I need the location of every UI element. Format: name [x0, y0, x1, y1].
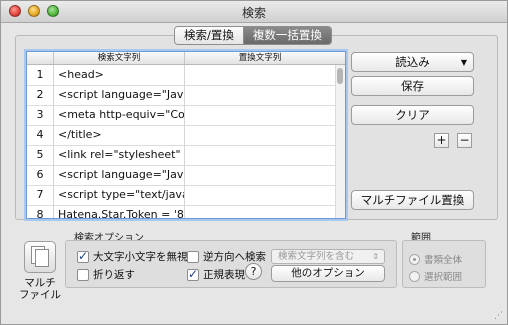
- replace-string-cell[interactable]: [185, 165, 335, 185]
- resize-grip-icon[interactable]: ⋰: [494, 311, 503, 321]
- table-row[interactable]: 8Hatena.Star.Token = '8df34: [27, 205, 336, 218]
- selection-label: 選択範囲: [424, 272, 463, 283]
- clear-button[interactable]: クリア: [351, 105, 474, 125]
- replace-string-cell[interactable]: [185, 105, 335, 125]
- ignore-case-checkbox[interactable]: 大文字小文字を無視: [77, 249, 188, 264]
- row-number: 1: [27, 65, 54, 85]
- search-string-cell[interactable]: </title>: [54, 125, 185, 145]
- mode-tabs: 検索/置換 複数一括置換: [174, 26, 332, 45]
- row-number: 7: [27, 185, 54, 205]
- title-bar: 検索: [1, 1, 507, 23]
- search-string-cell[interactable]: <meta http-equiv="Conter: [54, 105, 185, 125]
- replace-table[interactable]: 検索文字列 置換文字列 1 <head> 2 <script language="Ja…: [26, 51, 346, 219]
- row-number: 5: [27, 145, 54, 165]
- other-options-button[interactable]: 他のオプション: [271, 265, 385, 282]
- wrap-label: 折り返す: [93, 269, 135, 281]
- row-number: 6: [27, 165, 54, 185]
- help-button[interactable]: ?: [245, 263, 262, 280]
- table-row[interactable]: 4 </title>: [27, 125, 336, 146]
- search-string-cell[interactable]: <script language="JavaScri: [54, 85, 185, 105]
- table-header: 検索文字列 置換文字列: [27, 52, 345, 65]
- save-button[interactable]: 保存: [351, 76, 474, 96]
- tab-search-replace[interactable]: 検索/置換: [175, 27, 243, 44]
- row-number: 8: [27, 205, 54, 218]
- replace-string-cell[interactable]: [185, 65, 335, 85]
- checkbox-box: [77, 249, 89, 263]
- table-row[interactable]: 3<meta http-equiv="Conter: [27, 105, 336, 126]
- radio-dot: [409, 253, 420, 265]
- row-number: 2: [27, 85, 54, 105]
- chevron-down-icon: ▼: [460, 58, 467, 67]
- multi-file-label-line2: ファイル: [19, 289, 61, 301]
- tab-batch-replace[interactable]: 複数一括置換: [242, 27, 331, 44]
- replace-string-cell[interactable]: [185, 125, 335, 145]
- radio-whole-document[interactable]: 書類全体: [409, 252, 462, 266]
- table-scrollbar[interactable]: [335, 65, 345, 218]
- regex-checkbox[interactable]: 正規表現: [187, 267, 245, 282]
- whole-document-label: 書類全体: [424, 255, 463, 266]
- page-icon: [35, 249, 49, 267]
- multi-file-label: マルチ ファイル: [15, 277, 65, 301]
- remove-row-button[interactable]: −: [457, 133, 472, 148]
- scrollbar-thumb[interactable]: [337, 68, 343, 84]
- replace-string-cell[interactable]: [185, 185, 335, 205]
- search-string-cell[interactable]: <head>: [54, 65, 185, 85]
- load-popup-button[interactable]: 読込み ▼: [351, 52, 474, 72]
- radio-selection[interactable]: 選択範囲: [409, 269, 462, 283]
- replace-string-cell[interactable]: [185, 145, 335, 165]
- header-replace-string: 置換文字列: [238, 53, 282, 63]
- multi-file-label-line1: マルチ: [24, 277, 56, 289]
- replace-string-cell[interactable]: [185, 85, 335, 105]
- search-scope-select[interactable]: 検索文字列を含む ⇕: [271, 249, 385, 264]
- header-search-string: 検索文字列: [54, 52, 185, 64]
- table-row[interactable]: 6<script language="JavaScri: [27, 165, 336, 186]
- reverse-search-label: 逆方向へ検索: [203, 251, 266, 263]
- wrap-checkbox[interactable]: 折り返す: [77, 267, 135, 282]
- search-string-cell[interactable]: Hatena.Star.Token = '8df34: [54, 205, 185, 218]
- replace-string-cell[interactable]: [185, 205, 335, 218]
- search-string-cell[interactable]: <script language="JavaScri: [54, 165, 185, 185]
- row-number: 3: [27, 105, 54, 125]
- window-title: 検索: [241, 6, 266, 20]
- checkbox-box: [77, 268, 89, 281]
- search-string-cell[interactable]: <link rel="stylesheet" href=: [54, 145, 185, 165]
- chevron-updown-icon: ⇕: [372, 252, 379, 261]
- ignore-case-label: 大文字小文字を無視: [93, 251, 188, 263]
- search-window: 検索 検索/置換 複数一括置換 検索文字列 置換文字列 1 <head> 2 <scr…: [0, 0, 508, 325]
- table-row[interactable]: 2<script language="JavaScri: [27, 85, 336, 106]
- table-row[interactable]: 7<script type="text/javascri: [27, 185, 336, 206]
- checkbox-box: [187, 250, 199, 263]
- multi-file-replace-button[interactable]: マルチファイル置換: [351, 190, 474, 210]
- header-number: [27, 52, 54, 64]
- checkbox-box: [187, 267, 199, 281]
- load-label: 読込み: [395, 55, 430, 69]
- table-row[interactable]: 1 <head>: [27, 65, 336, 86]
- reverse-search-checkbox[interactable]: 逆方向へ検索: [187, 249, 266, 264]
- search-scope-value: 検索文字列を含む: [278, 251, 355, 262]
- add-row-button[interactable]: +: [434, 133, 449, 148]
- multi-file-icon[interactable]: [24, 241, 56, 273]
- radio-dot: [409, 270, 420, 282]
- table-row[interactable]: 5<link rel="stylesheet" href=: [27, 145, 336, 166]
- row-number: 4: [27, 125, 54, 145]
- regex-label: 正規表現: [203, 269, 245, 281]
- search-string-cell[interactable]: <script type="text/javascri: [54, 185, 185, 205]
